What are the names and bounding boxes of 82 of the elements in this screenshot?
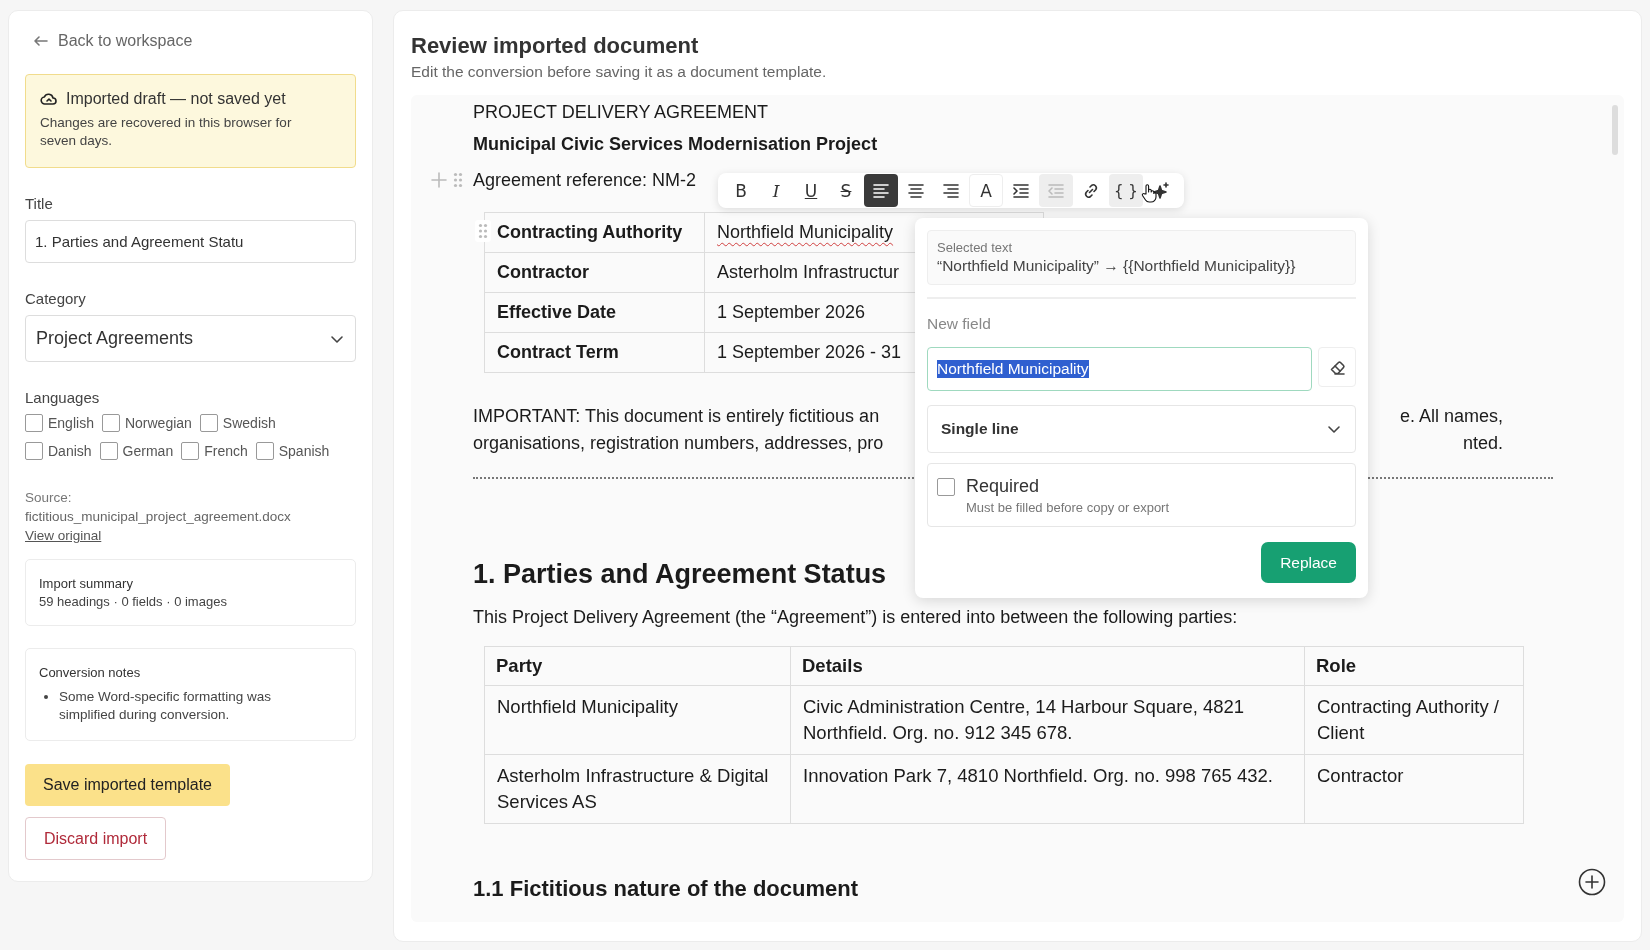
text-color-button[interactable]: A bbox=[969, 174, 1003, 207]
link-icon bbox=[1082, 181, 1100, 200]
table-cell: Innovation Park 7, 4810 Northfield. Org. no. 998 765 432. bbox=[790, 754, 1305, 824]
discard-button[interactable]: Discard import bbox=[25, 817, 167, 860]
paragraph-text: nted. bbox=[1462, 432, 1503, 455]
field-type-select[interactable]: Single line bbox=[927, 405, 1356, 453]
field-label: Category bbox=[25, 290, 87, 307]
plus-icon bbox=[431, 172, 447, 188]
column-header: Role bbox=[1304, 646, 1524, 686]
notice-text: Changes are recovered in this browser for seven days. bbox=[40, 114, 293, 150]
paragraph-text: organisations, registration numbers, addresses, pro bbox=[473, 432, 884, 455]
bullet-icon bbox=[44, 695, 48, 699]
field-label: Languages bbox=[25, 389, 101, 406]
add-block-icon bbox=[1578, 868, 1606, 896]
language-checkbox[interactable]: French bbox=[181, 442, 248, 460]
card-title: Conversion notes bbox=[39, 665, 142, 680]
ai-icon bbox=[1152, 181, 1170, 200]
language-checkbox[interactable]: Swedish bbox=[199, 414, 276, 432]
table-cell: Northfield Municipality bbox=[484, 685, 791, 755]
title-input[interactable]: 1. Parties and Agreement Statu bbox=[25, 220, 356, 263]
column-header: Party bbox=[484, 646, 791, 686]
category-select[interactable]: Project Agreements bbox=[25, 315, 356, 362]
insert-field-button[interactable]: { } bbox=[1109, 174, 1143, 207]
table-cell: Contractor bbox=[1304, 754, 1524, 824]
strikethrough-button[interactable]: S bbox=[829, 174, 863, 207]
selected-text-label: Selected text bbox=[937, 240, 1014, 255]
bold-button[interactable]: B bbox=[724, 174, 758, 207]
source-filename: fictitious_municipal_project_agreement.docx bbox=[25, 508, 292, 526]
table-cell: Contracting Authority bbox=[484, 212, 705, 253]
table-cell: Contractor bbox=[484, 252, 705, 293]
outdent-icon bbox=[1047, 181, 1065, 200]
eraser-icon bbox=[1328, 358, 1346, 376]
required-checkbox[interactable] bbox=[937, 478, 955, 496]
summary-text: 59 headings · 0 fields · 0 images bbox=[39, 594, 228, 609]
document-subtitle: Municipal Civic Services Modernisation Project bbox=[473, 133, 878, 156]
table-handle[interactable] bbox=[475, 220, 491, 242]
scrollbar[interactable] bbox=[1612, 105, 1618, 155]
hand-pointer-icon bbox=[1141, 183, 1157, 203]
page-title: Review imported document bbox=[411, 33, 700, 59]
column-header: Details bbox=[790, 646, 1305, 686]
card-title: Import summary bbox=[39, 576, 134, 591]
source-label: Source: bbox=[25, 489, 73, 507]
field-label: New field bbox=[927, 315, 992, 333]
paragraph-text: This Project Delivery Agreement (the “Agreement”) is entered into between the following parties: bbox=[473, 606, 1238, 629]
arrow-left-icon bbox=[33, 33, 49, 49]
italic-button[interactable]: I bbox=[759, 174, 793, 207]
clear-button[interactable] bbox=[1318, 347, 1356, 387]
drag-handle-icon bbox=[453, 172, 463, 188]
table-cell: Asterholm Infrastructure & Digital Services AS bbox=[484, 754, 791, 824]
paragraph-text: e. All names, bbox=[1399, 405, 1503, 428]
document-line: PROJECT DELIVERY AGREEMENT bbox=[473, 101, 769, 124]
language-checkbox[interactable]: Danish bbox=[25, 442, 92, 460]
align-right-icon bbox=[942, 181, 960, 200]
save-button[interactable]: Save imported template bbox=[25, 764, 230, 806]
paragraph-text: IMPORTANT: This document is entirely fictitious an bbox=[473, 405, 880, 428]
reference-line: Agreement reference: NM-2 bbox=[473, 169, 697, 192]
table-cell: Civic Administration Centre, 14 Harbour Square, 4821 Northfield. Org. no. 912 345 678. bbox=[790, 685, 1305, 755]
notice-title: Imported draft — not saved yet bbox=[66, 90, 286, 108]
language-checkbox[interactable]: Norwegian bbox=[101, 414, 192, 432]
subsection-heading: 1.1 Fictitious nature of the document bbox=[473, 876, 859, 902]
field-label: Title bbox=[25, 195, 54, 212]
view-original-link[interactable]: View original bbox=[25, 528, 102, 543]
required-hint: Must be filled before copy or export bbox=[966, 500, 1170, 515]
language-checkbox[interactable]: Spanish bbox=[255, 442, 330, 460]
language-checkbox[interactable]: English bbox=[25, 414, 94, 432]
cloud-icon bbox=[40, 92, 58, 106]
underline-button[interactable]: U bbox=[794, 174, 828, 207]
language-checkbox[interactable]: German bbox=[99, 442, 174, 460]
table-cell: Contract Term bbox=[484, 332, 705, 373]
back-link[interactable]: Back to workspace bbox=[25, 31, 356, 51]
drag-handle-icon bbox=[478, 223, 488, 239]
page-subtitle: Edit the conversion before saving it as a document template. bbox=[411, 63, 828, 81]
note-text: Some Word-specific formatting was simplified during conversion. bbox=[59, 688, 273, 724]
section-heading: 1. Parties and Agreement Status bbox=[473, 558, 887, 591]
required-label: Required bbox=[966, 476, 1041, 497]
table-cell: Effective Date bbox=[484, 292, 705, 333]
align-left-icon bbox=[872, 181, 890, 200]
indent-icon bbox=[1012, 181, 1030, 200]
align-center-icon bbox=[907, 181, 925, 200]
field-name-input[interactable]: Northfield Municipality bbox=[927, 347, 1312, 391]
align-left-button[interactable] bbox=[864, 174, 898, 207]
table-cell: Contracting Authority / Client bbox=[1304, 685, 1524, 755]
